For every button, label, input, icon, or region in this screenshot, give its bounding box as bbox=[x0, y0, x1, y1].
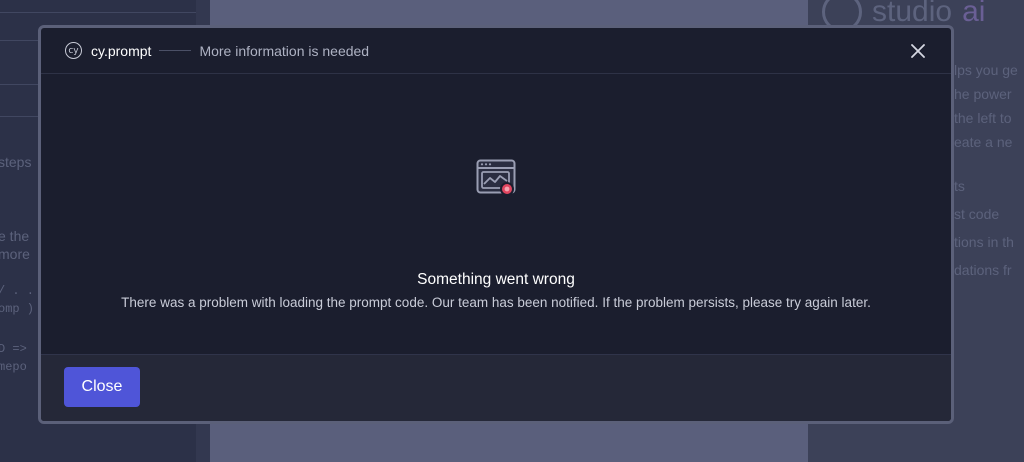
background-text: e the bbox=[0, 228, 30, 244]
background-text: tions in th bbox=[954, 234, 1014, 250]
background-code: omp ) bbox=[0, 302, 35, 316]
dialog-subtitle: More information is needed bbox=[199, 42, 370, 59]
background-text: lps you ge bbox=[954, 62, 1018, 78]
error-title: Something went wrong bbox=[417, 271, 575, 288]
background-text: he power bbox=[954, 86, 1012, 102]
background-text: st code bbox=[954, 206, 1000, 222]
dialog-header: cy cy.prompt More information is needed bbox=[41, 28, 951, 74]
cypress-logo-icon: cy bbox=[65, 42, 82, 59]
background-text: more bbox=[0, 246, 30, 262]
dialog-footer: Close bbox=[41, 354, 951, 421]
background-code: mepo bbox=[0, 360, 27, 374]
close-icon[interactable] bbox=[907, 40, 929, 62]
background-divider bbox=[0, 12, 196, 13]
background-text: ts bbox=[954, 178, 965, 194]
dialog-title: cy.prompt bbox=[91, 42, 152, 59]
error-dialog: cy cy.prompt More information is needed bbox=[38, 25, 954, 424]
browser-error-icon bbox=[476, 159, 520, 199]
error-message: There was a problem with loading the pro… bbox=[121, 295, 871, 310]
background-text: steps bbox=[0, 154, 32, 170]
background-text: the left to bbox=[954, 110, 1012, 126]
close-button[interactable]: Close bbox=[64, 367, 140, 407]
dialog-body: Something went wrong There was a problem… bbox=[41, 74, 951, 357]
studio-logo-suffix: ai bbox=[962, 0, 986, 28]
header-divider bbox=[159, 50, 192, 51]
background-code: D => bbox=[0, 342, 27, 356]
background-text: dations fr bbox=[954, 262, 1012, 278]
background-text: eate a ne bbox=[954, 134, 1013, 150]
